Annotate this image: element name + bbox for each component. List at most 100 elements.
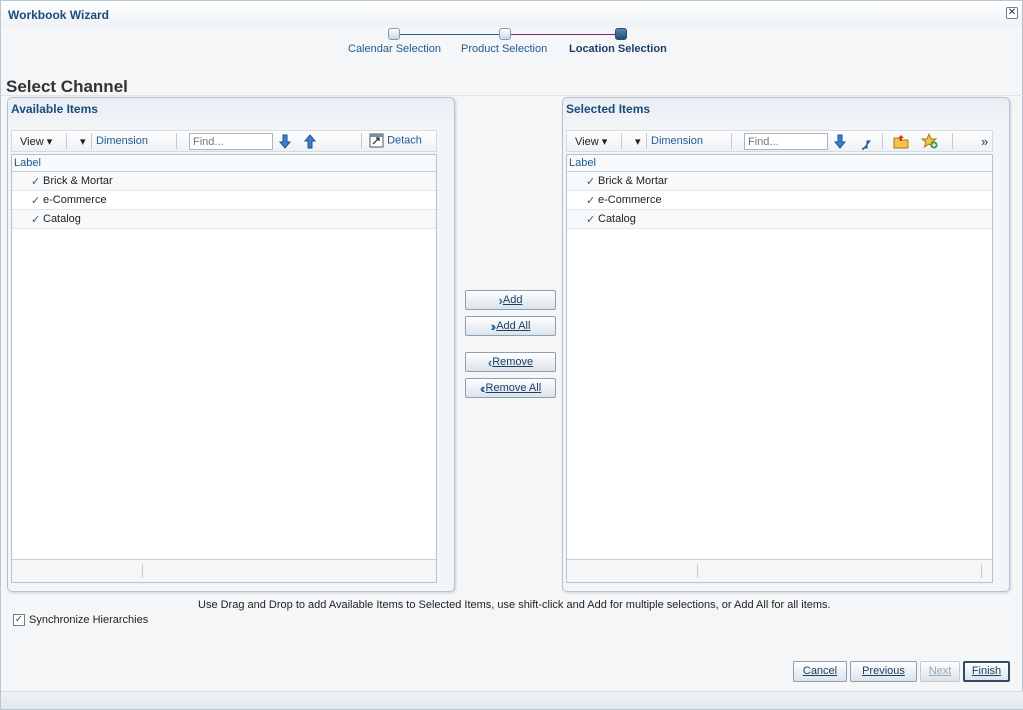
find-input[interactable] (744, 133, 828, 150)
remove-label: Remove (492, 356, 534, 368)
finish-label: Finish (971, 665, 1002, 677)
workbook-wizard-window: Workbook Wizard ✕ Calendar Selection Pro… (0, 0, 1023, 710)
dimension-menu[interactable]: Dimension (96, 135, 148, 147)
add-all-button[interactable]: ›› Add All (465, 316, 556, 336)
view-menu[interactable]: View ▾ (575, 135, 607, 148)
find-previous-icon[interactable] (857, 133, 873, 150)
view-menu[interactable]: View ▾ (20, 135, 52, 148)
column-header-label[interactable]: Label (12, 155, 436, 172)
detach-label: Detach (387, 134, 422, 147)
list-item[interactable]: ✓ e-Commerce (567, 191, 992, 210)
table-status-bar (567, 559, 992, 582)
previous-button[interactable]: Previous (850, 661, 917, 682)
add-label: Add (502, 294, 523, 306)
detach-button[interactable]: Detach (369, 133, 422, 148)
window-title: Workbook Wizard (8, 8, 110, 22)
table-status-bar (12, 559, 436, 582)
divider (952, 133, 953, 149)
detach-icon (369, 133, 384, 148)
folder-open-icon[interactable] (893, 133, 911, 150)
train-label-product[interactable]: Product Selection (461, 43, 547, 55)
train-connector (511, 34, 617, 35)
train-label-calendar[interactable]: Calendar Selection (348, 43, 441, 55)
item-label: e-Commerce (43, 194, 107, 206)
footer-band (1, 691, 1023, 709)
divider (697, 564, 698, 578)
next-button: Next (920, 661, 960, 682)
find-input[interactable] (189, 133, 273, 150)
list-item[interactable]: ✓ Brick & Mortar (567, 172, 992, 191)
double-chevron-left-icon: ‹‹ (479, 380, 485, 396)
remove-all-button[interactable]: ‹‹ Remove All (465, 378, 556, 398)
finish-button[interactable]: Finish (963, 661, 1010, 682)
divider (176, 133, 177, 149)
dimension-menu[interactable]: Dimension (651, 135, 703, 147)
checkmark-icon: ✓ (31, 214, 41, 226)
checkmark-icon: ✓ (31, 176, 41, 188)
list-item[interactable]: ✓ Catalog (567, 210, 992, 229)
checkmark-icon: ✓ (31, 195, 41, 207)
page-title: Select Channel (6, 77, 128, 96)
column-header-label[interactable]: Label (567, 155, 992, 172)
cancel-label: Cancel (802, 665, 838, 677)
close-icon[interactable]: ✕ (1006, 7, 1018, 19)
train-label-location: Location Selection (569, 43, 667, 55)
cancel-button[interactable]: Cancel (793, 661, 847, 682)
remove-button[interactable]: ‹ Remove (465, 352, 556, 372)
find-next-icon[interactable] (277, 133, 293, 150)
favorite-add-icon[interactable] (921, 133, 939, 150)
checkmark-icon: ✓ (586, 195, 596, 207)
find-next-icon[interactable] (832, 133, 848, 150)
item-label: e-Commerce (598, 194, 662, 206)
divider (91, 133, 92, 149)
add-all-label: Add All (496, 320, 531, 332)
view-label: View (575, 136, 599, 148)
selected-rows: ✓ Brick & Mortar ✓ e-Commerce ✓ Catalog (567, 172, 992, 229)
available-toolbar: View ▾ ▾ Dimension Detach (11, 130, 437, 152)
available-items-table: Label ✓ Brick & Mortar ✓ e-Commerce ✓ Catal… (11, 154, 437, 583)
item-label: Catalog (598, 213, 636, 225)
item-label: Catalog (43, 213, 81, 225)
checkbox-checked-icon[interactable]: ✓ (13, 614, 25, 626)
view-label: View (20, 136, 44, 148)
train-stop-product[interactable] (499, 28, 511, 40)
remove-all-label: Remove All (485, 382, 542, 394)
divider (66, 133, 67, 149)
divider (142, 564, 143, 578)
divider (882, 133, 883, 149)
available-rows: ✓ Brick & Mortar ✓ e-Commerce ✓ Catalog (12, 172, 436, 229)
find-previous-icon[interactable] (302, 133, 318, 150)
next-label: Next (928, 665, 952, 677)
checkmark-icon: ✓ (586, 214, 596, 226)
previous-label: Previous (862, 665, 905, 677)
available-items-panel: Available Items View ▾ ▾ Dimension Find.… (7, 97, 455, 592)
synchronize-hierarchies-label: Synchronize Hierarchies (29, 614, 149, 626)
chevron-right-icon: › (498, 292, 504, 308)
panel-header: Available Items (11, 102, 98, 116)
chevron-down-icon: ▾ (601, 136, 608, 148)
chevron-down-icon[interactable]: ▾ (80, 135, 86, 148)
checkmark-icon: ✓ (586, 176, 596, 188)
double-chevron-right-icon: ›› (490, 318, 496, 334)
divider (646, 133, 647, 149)
instruction-text: Use Drag and Drop to add Available Items… (198, 599, 831, 611)
panel-header: Selected Items (566, 102, 651, 116)
more-actions-icon[interactable]: » (981, 134, 988, 149)
chevron-left-icon: ‹ (487, 354, 493, 370)
item-label: Brick & Mortar (598, 175, 668, 187)
selected-items-table: Label ✓ Brick & Mortar ✓ e-Commerce ✓ Catal… (566, 154, 993, 583)
add-button[interactable]: › Add (465, 290, 556, 310)
divider (621, 133, 622, 149)
list-item[interactable]: ✓ Brick & Mortar (12, 172, 436, 191)
list-item[interactable]: ✓ Catalog (12, 210, 436, 229)
divider (1, 95, 1023, 96)
selected-toolbar: View ▾ ▾ Dimension » (566, 130, 993, 152)
divider (731, 133, 732, 149)
chevron-down-icon[interactable]: ▾ (635, 135, 641, 148)
wizard-train: Calendar Selection Product Selection Loc… (341, 27, 681, 61)
train-stop-calendar[interactable] (388, 28, 400, 40)
divider (981, 564, 982, 578)
item-label: Brick & Mortar (43, 175, 113, 187)
list-item[interactable]: ✓ e-Commerce (12, 191, 436, 210)
chevron-down-icon: ▾ (46, 136, 53, 148)
